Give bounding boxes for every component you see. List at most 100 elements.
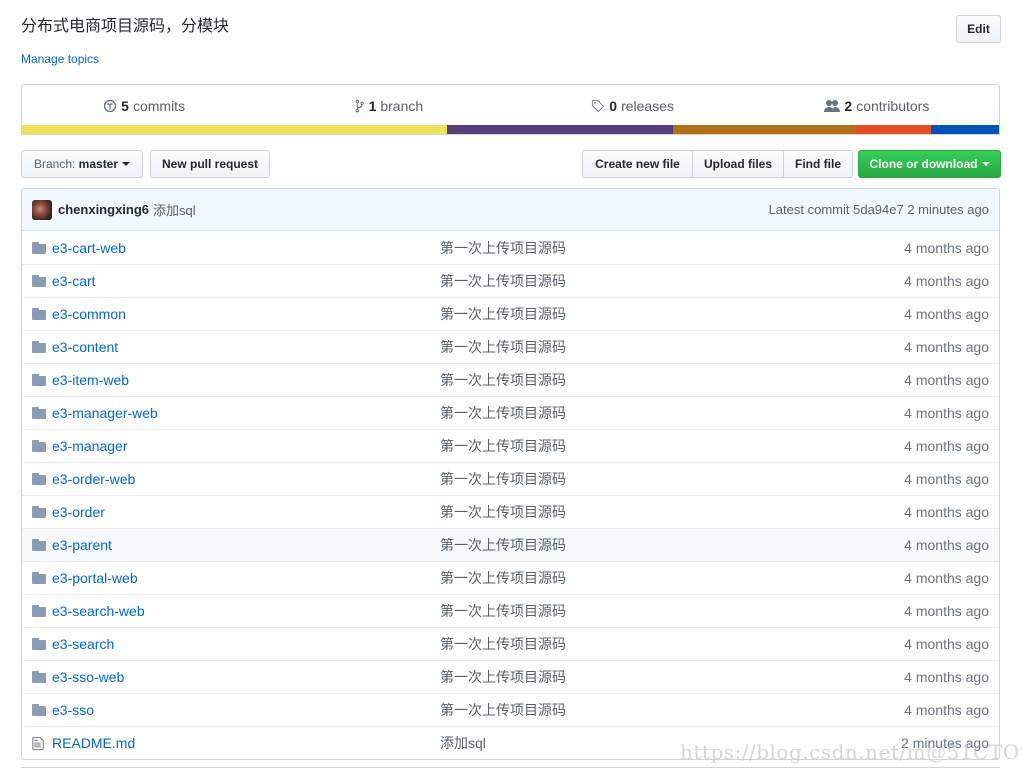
file-row[interactable]: e3-search 第一次上传项目源码 4 months ago xyxy=(22,627,999,660)
file-age: 4 months ago xyxy=(904,537,989,553)
language-segment[interactable] xyxy=(446,125,673,134)
file-row[interactable]: e3-cart 第一次上传项目源码 4 months ago xyxy=(22,264,999,297)
file-age: 4 months ago xyxy=(904,372,989,388)
commit-message[interactable]: 添加sql xyxy=(153,200,196,219)
caret-down-icon xyxy=(122,162,131,166)
file-commit-message[interactable]: 第一次上传项目源码 xyxy=(440,535,860,555)
file-age: 4 months ago xyxy=(904,471,989,487)
language-segment[interactable] xyxy=(672,125,857,134)
avatar[interactable] xyxy=(32,199,52,220)
contributors-label: contributors xyxy=(856,97,930,114)
file-age: 4 months ago xyxy=(904,273,989,289)
releases-link[interactable]: 0 releases xyxy=(511,98,755,114)
file-commit-message[interactable]: 第一次上传项目源码 xyxy=(440,502,860,522)
file-commit-message[interactable]: 第一次上传项目源码 xyxy=(440,700,860,720)
folder-icon xyxy=(32,374,48,386)
language-bar[interactable] xyxy=(22,125,999,134)
language-segment[interactable] xyxy=(856,125,931,134)
file-commit-message[interactable]: 第一次上传项目源码 xyxy=(440,271,860,291)
file-row[interactable]: e3-common 第一次上传项目源码 4 months ago xyxy=(22,297,999,330)
file-row[interactable]: e3-search-web 第一次上传项目源码 4 months ago xyxy=(22,594,999,627)
file-commit-message[interactable]: 第一次上传项目源码 xyxy=(440,403,860,423)
clone-label: Clone or download xyxy=(869,157,978,171)
branch-name: master xyxy=(78,157,119,171)
find-file-button[interactable]: Find file xyxy=(783,150,853,178)
edit-description-button[interactable]: Edit xyxy=(956,15,1001,43)
file-row[interactable]: e3-manager-web 第一次上传项目源码 4 months ago xyxy=(22,396,999,429)
folder-icon xyxy=(32,638,48,650)
file-row[interactable]: e3-manager 第一次上传项目源码 4 months ago xyxy=(22,429,999,462)
file-age: 4 months ago xyxy=(904,636,989,652)
file-name-link[interactable]: e3-manager xyxy=(52,438,440,454)
file-row[interactable]: e3-order-web 第一次上传项目源码 4 months ago xyxy=(22,462,999,495)
file-commit-message[interactable]: 第一次上传项目源码 xyxy=(440,601,860,621)
file-age: 4 months ago xyxy=(904,339,989,355)
file-row[interactable]: e3-sso-web 第一次上传项目源码 4 months ago xyxy=(22,660,999,693)
file-row[interactable]: e3-sso 第一次上传项目源码 4 months ago xyxy=(22,693,999,726)
commits-link[interactable]: 5 commits xyxy=(22,98,266,114)
file-commit-message[interactable]: 第一次上传项目源码 xyxy=(440,568,860,588)
folder-icon xyxy=(32,241,48,254)
contributors-link[interactable]: 2 contributors xyxy=(755,98,999,114)
file-commit-message[interactable]: 第一次上传项目源码 xyxy=(440,436,860,456)
language-segment[interactable] xyxy=(22,125,447,134)
branches-link[interactable]: 1 branch xyxy=(266,98,510,114)
file-row[interactable]: README.md 添加sql 2 minutes ago xyxy=(22,726,999,759)
file-name-link[interactable]: e3-manager-web xyxy=(52,405,440,421)
file-name-link[interactable]: README.md xyxy=(52,735,440,751)
file-commit-message[interactable]: 第一次上传项目源码 xyxy=(440,304,860,324)
file-row[interactable]: e3-content 第一次上传项目源码 4 months ago xyxy=(22,330,999,363)
history-icon xyxy=(104,99,117,112)
upload-files-button[interactable]: Upload files xyxy=(692,150,784,178)
folder-icon xyxy=(32,341,48,353)
file-age: 2 minutes ago xyxy=(901,735,989,751)
file-name-link[interactable]: e3-sso-web xyxy=(52,669,440,685)
folder-icon xyxy=(32,407,48,419)
file-row[interactable]: e3-portal-web 第一次上传项目源码 4 months ago xyxy=(22,561,999,594)
file-row[interactable]: e3-item-web 第一次上传项目源码 4 months ago xyxy=(22,363,999,396)
commit-author[interactable]: chenxingxing6 xyxy=(58,202,149,217)
file-name-link[interactable]: e3-sso xyxy=(52,702,440,718)
folder-icon xyxy=(32,704,48,716)
clone-or-download-button[interactable]: Clone or download xyxy=(858,150,1001,178)
language-segment[interactable] xyxy=(930,125,999,134)
create-new-file-button[interactable]: Create new file xyxy=(582,150,693,178)
folder-icon xyxy=(32,440,48,452)
file-age: 4 months ago xyxy=(904,702,989,718)
file-row[interactable]: e3-cart-web 第一次上传项目源码 4 months ago xyxy=(22,231,999,264)
manage-topics-link[interactable]: Manage topics xyxy=(21,51,99,67)
file-name-link[interactable]: e3-common xyxy=(52,306,440,322)
file-commit-message[interactable]: 第一次上传项目源码 xyxy=(440,370,860,390)
file-commit-message[interactable]: 第一次上传项目源码 xyxy=(440,667,860,687)
branch-select-button[interactable]: Branch: master xyxy=(21,150,143,178)
file-name-link[interactable]: e3-cart xyxy=(52,273,440,289)
file-name-link[interactable]: e3-item-web xyxy=(52,372,440,388)
folder-icon xyxy=(32,308,48,320)
file-commit-message[interactable]: 第一次上传项目源码 xyxy=(440,238,860,258)
branches-count: 1 xyxy=(368,97,377,114)
file-table: chenxingxing6 添加sql Latest commit 5da94e… xyxy=(21,188,1000,760)
latest-commit-meta: Latest commit 5da94e7 2 minutes ago xyxy=(768,202,989,217)
file-name-link[interactable]: e3-order-web xyxy=(52,471,440,487)
new-pull-request-button[interactable]: New pull request xyxy=(150,150,270,178)
file-name-link[interactable]: e3-order xyxy=(52,504,440,520)
file-row[interactable]: e3-order 第一次上传项目源码 4 months ago xyxy=(22,495,999,528)
file-age: 4 months ago xyxy=(904,405,989,421)
file-name-link[interactable]: e3-content xyxy=(52,339,440,355)
file-text-icon xyxy=(32,736,48,751)
file-name-link[interactable]: e3-parent xyxy=(52,537,440,553)
caret-down-icon xyxy=(981,162,990,166)
file-commit-message[interactable]: 第一次上传项目源码 xyxy=(440,469,860,489)
file-row[interactable]: e3-parent 第一次上传项目源码 4 months ago xyxy=(22,528,999,561)
file-commit-message[interactable]: 第一次上传项目源码 xyxy=(440,634,860,654)
file-name-link[interactable]: e3-search-web xyxy=(52,603,440,619)
releases-count: 0 xyxy=(609,97,618,114)
file-commit-message[interactable]: 第一次上传项目源码 xyxy=(440,337,860,357)
folder-icon xyxy=(32,506,48,518)
file-name-link[interactable]: e3-cart-web xyxy=(52,240,440,256)
tag-icon xyxy=(592,99,605,112)
file-commit-message[interactable]: 添加sql xyxy=(440,733,860,753)
file-name-link[interactable]: e3-portal-web xyxy=(52,570,440,586)
file-name-link[interactable]: e3-search xyxy=(52,636,440,652)
file-age: 4 months ago xyxy=(904,239,989,256)
